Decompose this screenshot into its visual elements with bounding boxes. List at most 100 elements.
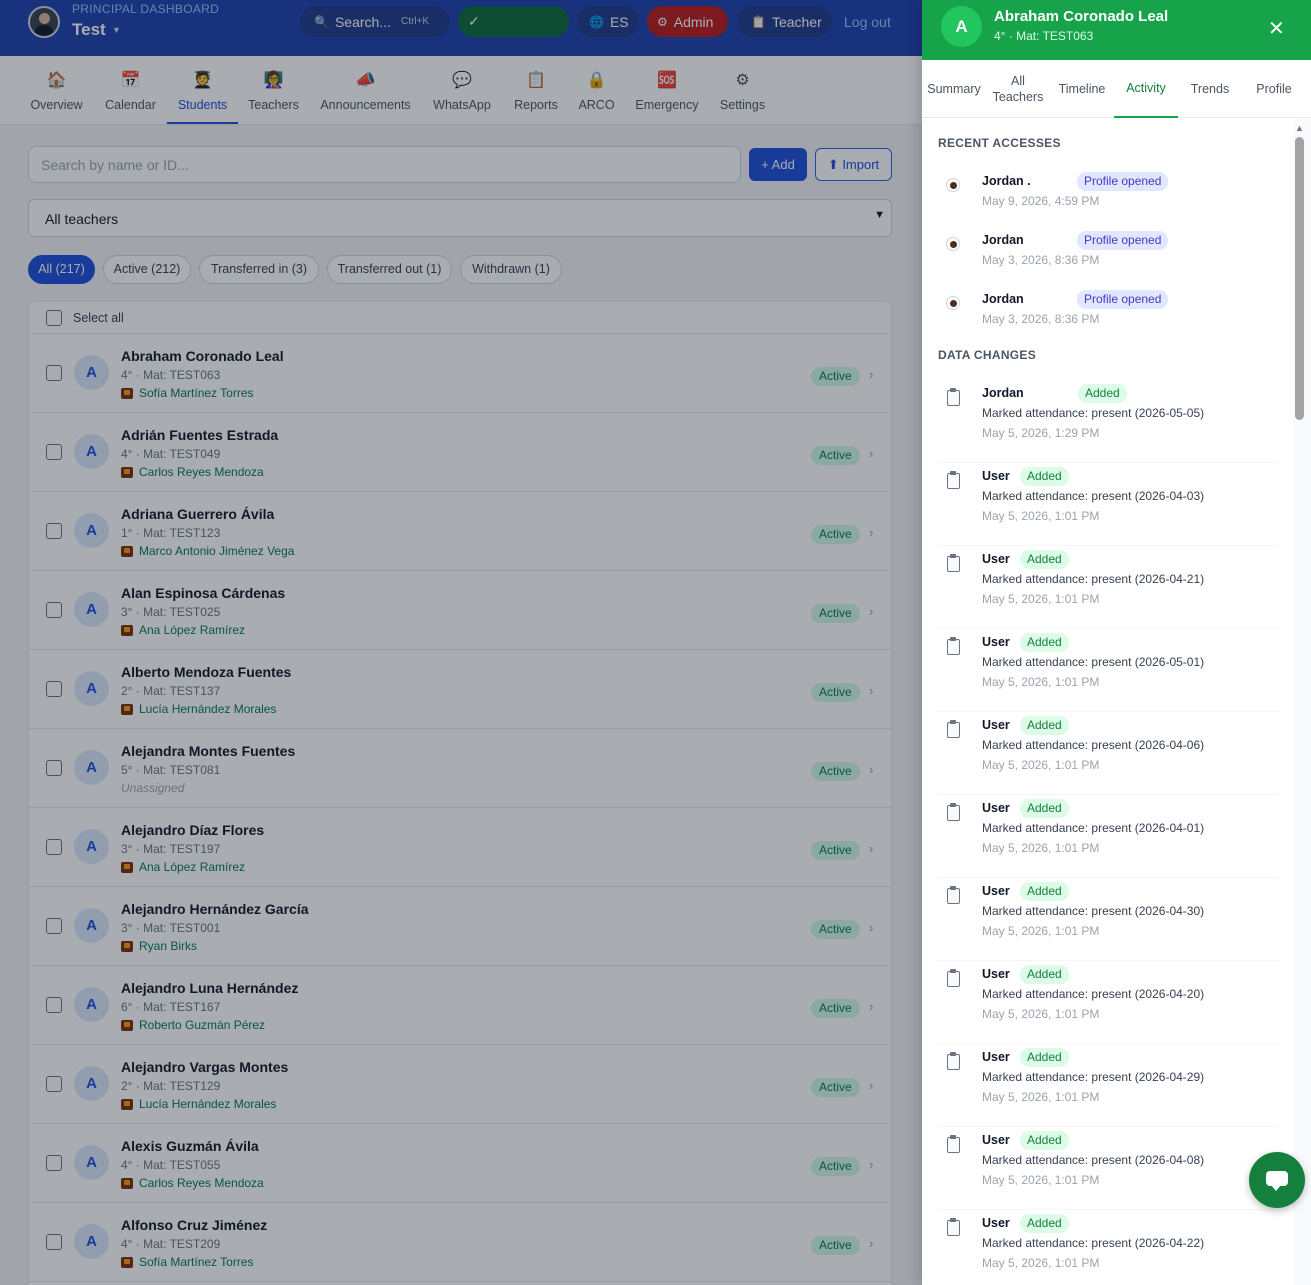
change-date: May 5, 2026, 1:01 PM [982, 1007, 1100, 1021]
access-entry: Jordan Profile opened May 3, 2026, 8:36 PM [938, 288, 1278, 343]
change-entry: User Added Marked attendance: present (202… [938, 1210, 1278, 1285]
panel-tab-profile[interactable]: Profile [1242, 60, 1306, 118]
change-action-badge: Added [1078, 384, 1127, 403]
modal-backdrop[interactable] [0, 0, 922, 1285]
change-entry: User Added Marked attendance: present (202… [938, 463, 1278, 546]
clipboard-icon [947, 886, 960, 904]
change-action-badge: Added [1020, 633, 1069, 652]
panel-tabs: Summary All Teachers Timeline Activity Trend… [922, 60, 1311, 118]
clipboard-icon [947, 554, 960, 572]
change-action-badge: Added [1020, 716, 1069, 735]
change-entry: User Added Marked attendance: present (202… [938, 712, 1278, 795]
change-action-badge: Added [1020, 799, 1069, 818]
student-detail-panel: A Abraham Coronado Leal 4° · Mat: TEST06… [922, 0, 1311, 1285]
panel-header: A Abraham Coronado Leal 4° · Mat: TEST06… [922, 0, 1311, 60]
change-user: User [982, 718, 1010, 732]
change-date: May 5, 2026, 1:01 PM [982, 1173, 1100, 1187]
chat-icon [1266, 1171, 1288, 1191]
change-date: May 5, 2026, 1:01 PM [982, 509, 1100, 523]
change-user: User [982, 552, 1010, 566]
change-description: Marked attendance: present (2026-04-29) [982, 1070, 1205, 1084]
access-date: May 3, 2026, 8:36 PM [982, 312, 1100, 326]
change-entry: User Added Marked attendance: present (202… [938, 546, 1278, 629]
change-description: Marked attendance: present (2026-04-20) [982, 987, 1205, 1001]
student-meta: 4° · Mat: TEST063 [994, 29, 1094, 43]
eye-icon [946, 178, 960, 192]
change-date: May 5, 2026, 1:01 PM [982, 1256, 1100, 1270]
eye-icon [946, 237, 960, 251]
change-user: User [982, 1050, 1010, 1064]
change-entry: User Added Marked attendance: present (202… [938, 1044, 1278, 1127]
clipboard-icon [947, 803, 960, 821]
change-date: May 5, 2026, 1:01 PM [982, 758, 1100, 772]
change-description: Marked attendance: present (2026-04-22) [982, 1236, 1205, 1250]
recent-accesses-title: RECENT ACCESSES [938, 136, 1061, 150]
clipboard-icon [947, 637, 960, 655]
change-entry: User Added Marked attendance: present (202… [938, 878, 1278, 961]
change-user: User [982, 469, 1010, 483]
access-action-badge: Profile opened [1077, 172, 1169, 191]
clipboard-icon [947, 969, 960, 987]
clipboard-icon [947, 471, 960, 489]
access-date: May 3, 2026, 8:36 PM [982, 253, 1100, 267]
change-description: Marked attendance: present (2026-04-30) [982, 904, 1205, 918]
change-user: User [982, 1216, 1010, 1230]
access-entry: Jordan . Profile opened May 9, 2026, 4:59 … [938, 170, 1278, 225]
change-user: User [982, 801, 1010, 815]
access-date: May 9, 2026, 4:59 PM [982, 194, 1100, 208]
change-date: May 5, 2026, 1:01 PM [982, 675, 1100, 689]
access-user: Jordan . [982, 174, 1031, 188]
panel-tab-timeline[interactable]: Timeline [1050, 60, 1114, 118]
change-description: Marked attendance: present (2026-05-01) [982, 655, 1205, 669]
change-entry: User Added Marked attendance: present (202… [938, 629, 1278, 712]
change-entry: User Added Marked attendance: present (202… [938, 795, 1278, 878]
close-icon[interactable]: ✕ [1268, 16, 1285, 41]
change-entry: Jordan Added Marked attendance: present (2… [938, 380, 1278, 463]
student-avatar: A [941, 6, 982, 47]
scroll-up-icon[interactable]: ▲ [1295, 123, 1304, 133]
app-root: PRINCIPAL DASHBOARD Test ▼ 🔍 Search... C… [0, 0, 1311, 1285]
change-date: May 5, 2026, 1:01 PM [982, 1090, 1100, 1104]
panel-tab-trends[interactable]: Trends [1178, 60, 1242, 118]
change-user: User [982, 884, 1010, 898]
clipboard-icon [947, 1135, 960, 1153]
clipboard-icon [947, 720, 960, 738]
eye-icon [946, 296, 960, 310]
panel-tab-summary[interactable]: Summary [922, 60, 986, 118]
change-action-badge: Added [1020, 882, 1069, 901]
change-entry: User Added Marked attendance: present (202… [938, 1127, 1278, 1210]
change-user: User [982, 1133, 1010, 1147]
chat-fab-button[interactable] [1249, 1152, 1305, 1208]
change-action-badge: Added [1020, 1048, 1069, 1067]
student-name: Abraham Coronado Leal [994, 8, 1169, 25]
clipboard-icon [947, 1052, 960, 1070]
change-action-badge: Added [1020, 467, 1069, 486]
panel-tab-all-teachers[interactable]: All Teachers [986, 60, 1050, 118]
change-description: Marked attendance: present (2026-04-03) [982, 489, 1205, 503]
change-description: Marked attendance: present (2026-05-05) [982, 406, 1205, 420]
change-user: User [982, 967, 1010, 981]
access-action-badge: Profile opened [1077, 231, 1169, 250]
change-action-badge: Added [1020, 550, 1069, 569]
access-user: Jordan [982, 233, 1024, 247]
data-changes-title: DATA CHANGES [938, 348, 1037, 362]
change-date: May 5, 2026, 1:01 PM [982, 924, 1100, 938]
activity-content: RECENT ACCESSES DATA CHANGES Jordan . Pro… [922, 119, 1293, 1285]
change-action-badge: Added [1020, 1214, 1069, 1233]
access-action-badge: Profile opened [1077, 290, 1169, 309]
panel-tab-activity[interactable]: Activity [1114, 60, 1178, 118]
change-date: May 5, 2026, 1:01 PM [982, 841, 1100, 855]
change-description: Marked attendance: present (2026-04-21) [982, 572, 1205, 586]
change-entry: User Added Marked attendance: present (202… [938, 961, 1278, 1044]
change-description: Marked attendance: present (2026-04-06) [982, 738, 1205, 752]
change-user: User [982, 635, 1010, 649]
access-entry: Jordan Profile opened May 3, 2026, 8:36 PM [938, 229, 1278, 284]
change-description: Marked attendance: present (2026-04-08) [982, 1153, 1205, 1167]
clipboard-icon [947, 1218, 960, 1236]
clipboard-icon [947, 388, 960, 406]
change-date: May 5, 2026, 1:01 PM [982, 592, 1100, 606]
scrollbar-thumb[interactable] [1295, 137, 1304, 420]
change-user: Jordan [982, 386, 1024, 400]
change-date: May 5, 2026, 1:29 PM [982, 426, 1100, 440]
change-action-badge: Added [1020, 1131, 1069, 1150]
